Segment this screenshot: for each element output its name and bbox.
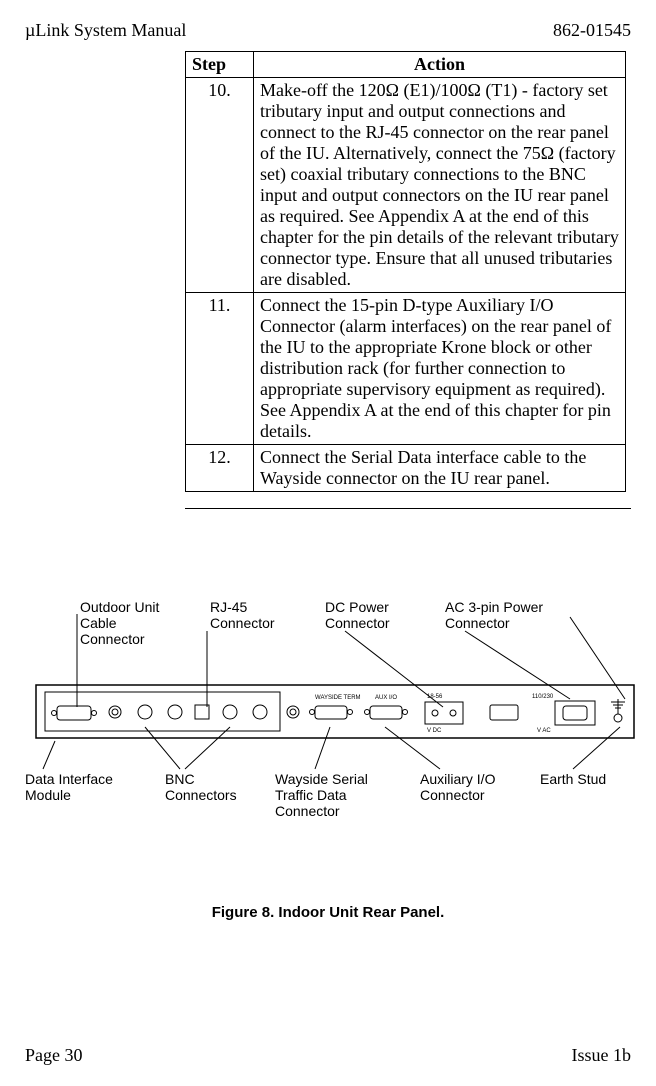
- label-outdoor-unit-cable: Outdoor Unit Cable Connector: [80, 599, 159, 647]
- cell-action: Make-off the 120Ω (E1)/100Ω (T1) - facto…: [254, 78, 626, 293]
- label-ac-power: AC 3-pin Power Connector: [445, 599, 543, 631]
- svg-text:WAYSIDE TERM: WAYSIDE TERM: [315, 695, 361, 701]
- svg-text:V AC: V AC: [537, 728, 551, 734]
- cell-step: 10.: [186, 78, 254, 293]
- label-earth-stud: Earth Stud: [540, 771, 606, 787]
- label-rj45: RJ-45 Connector: [210, 599, 275, 631]
- label-wayside: Wayside Serial Traffic Data Connector: [275, 771, 368, 819]
- label-dc-power: DC Power Connector: [325, 599, 390, 631]
- footer-left: Page 30: [25, 1045, 83, 1066]
- cell-action: Connect the 15-pin D-type Auxiliary I/O …: [254, 293, 626, 445]
- cell-action: Connect the Serial Data interface cable …: [254, 445, 626, 492]
- label-aux-io: Auxiliary I/O Connector: [420, 771, 495, 803]
- footer-right: Issue 1b: [572, 1045, 632, 1066]
- label-bnc: BNC Connectors: [165, 771, 237, 803]
- figure-caption: Figure 8. Indoor Unit Rear Panel.: [25, 904, 631, 921]
- step-action-table: Step Action 10. Make-off the 120Ω (E1)/1…: [185, 51, 626, 492]
- label-data-interface-module: Data Interface Module: [25, 771, 113, 803]
- rear-panel-svg: WAYSIDE TERM AUX I/O 18-56 V DC 110/230 …: [35, 684, 635, 739]
- table-row: 11. Connect the 15-pin D-type Auxiliary …: [186, 293, 626, 445]
- cell-step: 11.: [186, 293, 254, 445]
- section-rule: [185, 508, 631, 509]
- svg-text:110/230: 110/230: [532, 694, 554, 700]
- table-row: 10. Make-off the 120Ω (E1)/100Ω (T1) - f…: [186, 78, 626, 293]
- header-right: 862-01545: [553, 20, 631, 41]
- svg-text:AUX I/O: AUX I/O: [375, 695, 397, 701]
- table-row: 12. Connect the Serial Data interface ca…: [186, 445, 626, 492]
- cell-step: 12.: [186, 445, 254, 492]
- header-left: µLink System Manual: [25, 20, 186, 41]
- th-step: Step: [186, 52, 254, 78]
- th-action: Action: [254, 52, 626, 78]
- svg-text:18-56: 18-56: [427, 694, 443, 700]
- svg-text:V DC: V DC: [427, 728, 442, 734]
- rear-panel-diagram: Outdoor Unit Cable Connector RJ-45 Conne…: [25, 599, 631, 859]
